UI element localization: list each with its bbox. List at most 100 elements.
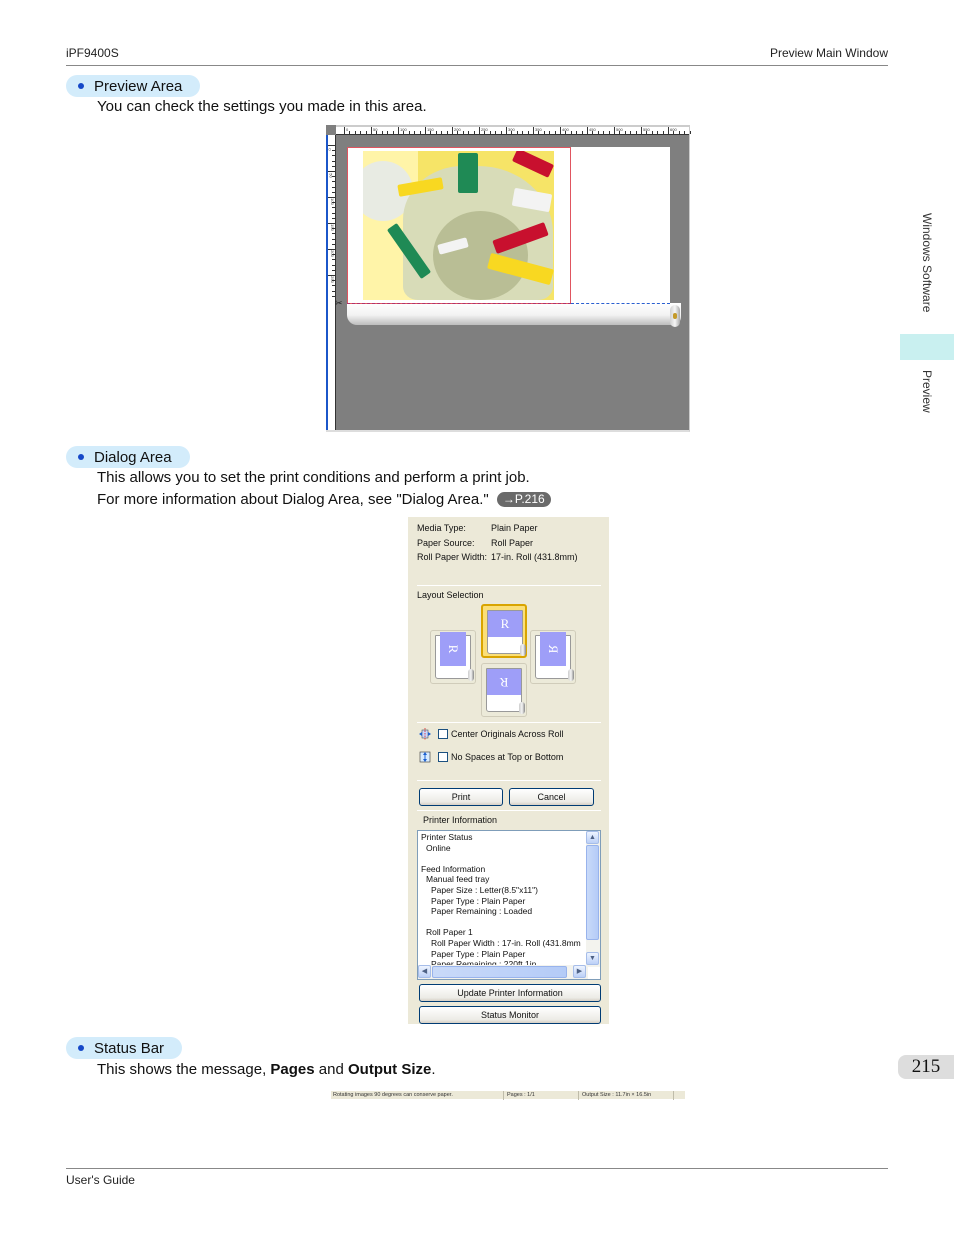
side-tab-windows-software[interactable]: Windows Software bbox=[920, 213, 934, 312]
ruler-label: 150 bbox=[427, 127, 434, 132]
no-spaces-label[interactable]: No Spaces at Top or Bottom bbox=[451, 752, 563, 762]
printer-info-line: Paper Type : Plain Paper bbox=[431, 948, 526, 959]
page-reference-link[interactable]: →P.216 bbox=[496, 492, 551, 507]
cancel-button[interactable]: Cancel bbox=[509, 788, 594, 806]
ruler-tick bbox=[479, 127, 480, 134]
vertical-scrollbar[interactable]: ▲ ▼ bbox=[586, 831, 600, 967]
printer-info-line: Roll Paper Width : 17-in. Roll (431.8mm bbox=[431, 938, 581, 948]
ruler-tick bbox=[651, 131, 653, 134]
ruler-tick bbox=[522, 131, 524, 134]
scroll-right-icon[interactable]: ▶ bbox=[573, 965, 586, 978]
center-originals-label[interactable]: Center Originals Across Roll bbox=[451, 729, 564, 739]
ruler-tick bbox=[452, 127, 453, 134]
separator bbox=[417, 722, 601, 723]
ruler-tick bbox=[560, 127, 561, 134]
ruler-tick bbox=[495, 131, 497, 134]
printer-info-listbox[interactable]: Printer Status Online Feed Information Manu… bbox=[417, 830, 601, 980]
bullet-icon bbox=[78, 83, 84, 89]
ruler-tick bbox=[332, 181, 335, 183]
print-area-outline bbox=[347, 147, 571, 304]
ruler-label: 350 bbox=[535, 127, 542, 132]
roll-core-icon bbox=[670, 305, 680, 327]
section-description-xref: For more information about Dialog Area, … bbox=[97, 491, 551, 508]
layout-rotate-right-button[interactable]: R bbox=[530, 630, 576, 684]
preview-area-screenshot: 0 50 100 150 200 250 300 350 400 450 500 550 600 0 50… bbox=[326, 125, 691, 432]
no-spaces-checkbox[interactable] bbox=[438, 752, 448, 762]
ruler-tick bbox=[332, 207, 335, 209]
ruler-tick bbox=[473, 131, 475, 134]
ruler-tick bbox=[328, 171, 335, 172]
center-originals-icon bbox=[419, 728, 431, 740]
layout-rotate-left-button[interactable]: R bbox=[430, 630, 476, 684]
ruler-label: 400 bbox=[562, 127, 569, 132]
horizontal-scrollbar[interactable]: ◀ ▶ bbox=[418, 965, 588, 979]
roll-width-label: Roll Paper Width: bbox=[417, 552, 488, 562]
ruler-tick bbox=[608, 131, 610, 134]
ruler-label: 250 bbox=[481, 127, 488, 132]
ruler-tick bbox=[657, 131, 659, 134]
ruler-label: 0 bbox=[346, 127, 349, 132]
paper-source-value: Roll Paper bbox=[491, 538, 534, 548]
ruler-label: 550 bbox=[643, 127, 650, 132]
scroll-thumb[interactable] bbox=[586, 845, 599, 940]
status-pages: Pages : 1/1 bbox=[507, 1092, 535, 1098]
ruler-tick bbox=[506, 127, 507, 134]
ruler-tick bbox=[332, 259, 335, 261]
text: This shows the message, bbox=[97, 1061, 271, 1078]
section-heading-status-bar: Status Bar bbox=[66, 1037, 183, 1059]
ruler-tick bbox=[332, 165, 335, 167]
printer-info-label: Printer Information bbox=[423, 815, 498, 825]
text: and bbox=[314, 1061, 348, 1078]
paper-roll-curl bbox=[347, 303, 681, 325]
ruler-tick bbox=[527, 131, 529, 134]
ruler-label: 300 bbox=[508, 127, 515, 132]
vertical-ruler: 0 50 100 150 200 250 bbox=[326, 135, 336, 430]
ruler-tick bbox=[332, 191, 335, 193]
footer-guide-title: User's Guide bbox=[66, 1173, 135, 1187]
ruler-label: 100 bbox=[400, 127, 407, 132]
side-tab-active-marker bbox=[900, 334, 954, 360]
print-button[interactable]: Print bbox=[419, 788, 503, 806]
pane-divider bbox=[503, 1091, 504, 1100]
ruler-tick bbox=[332, 217, 335, 219]
ruler-tick bbox=[328, 145, 335, 146]
section-heading-dialog-area: Dialog Area bbox=[66, 446, 190, 468]
bold-term-output-size: Output Size bbox=[348, 1061, 432, 1078]
header-section-title: Preview Main Window bbox=[769, 46, 888, 60]
ruler-tick bbox=[516, 131, 518, 134]
center-originals-checkbox[interactable] bbox=[438, 729, 448, 739]
ruler-tick bbox=[371, 127, 372, 134]
ruler-tick bbox=[332, 186, 335, 188]
layout-portrait-button[interactable]: R bbox=[481, 604, 527, 658]
scroll-left-icon[interactable]: ◀ bbox=[418, 965, 431, 978]
ruler-label: 200 bbox=[454, 127, 461, 132]
scroll-down-icon[interactable]: ▼ bbox=[586, 952, 599, 965]
status-monitor-button[interactable]: Status Monitor bbox=[419, 1006, 601, 1024]
ruler-tick bbox=[554, 131, 556, 134]
layout-upside-down-button[interactable]: R bbox=[481, 663, 527, 717]
ruler-tick bbox=[425, 127, 426, 134]
ruler-label: 450 bbox=[589, 127, 596, 132]
section-description: This allows you to set the print conditi… bbox=[97, 469, 530, 486]
bullet-icon bbox=[78, 454, 84, 460]
media-type-value: Plain Paper bbox=[491, 523, 538, 533]
ruler-tick bbox=[462, 131, 464, 134]
scroll-up-icon[interactable]: ▲ bbox=[586, 831, 599, 844]
resize-grip-icon[interactable] bbox=[673, 1091, 674, 1100]
paper-source-label: Paper Source: bbox=[417, 538, 475, 548]
ruler-tick bbox=[354, 131, 356, 134]
ruler-tick bbox=[597, 131, 599, 134]
ruler-label: 0 bbox=[327, 148, 333, 151]
footer-rule bbox=[66, 1168, 888, 1169]
ruler-tick bbox=[332, 238, 335, 240]
ruler-tick bbox=[398, 127, 399, 134]
ruler-tick bbox=[641, 127, 642, 134]
scroll-thumb[interactable] bbox=[432, 966, 567, 978]
side-tab-preview[interactable]: Preview bbox=[920, 370, 934, 413]
cut-line-roll bbox=[571, 303, 670, 304]
media-type-label: Media Type: bbox=[417, 523, 466, 533]
bold-term-pages: Pages bbox=[270, 1061, 315, 1078]
ruler-tick bbox=[365, 131, 367, 134]
update-printer-info-button[interactable]: Update Printer Information bbox=[419, 984, 601, 1002]
section-description: This shows the message, Pages and Output… bbox=[97, 1061, 436, 1078]
